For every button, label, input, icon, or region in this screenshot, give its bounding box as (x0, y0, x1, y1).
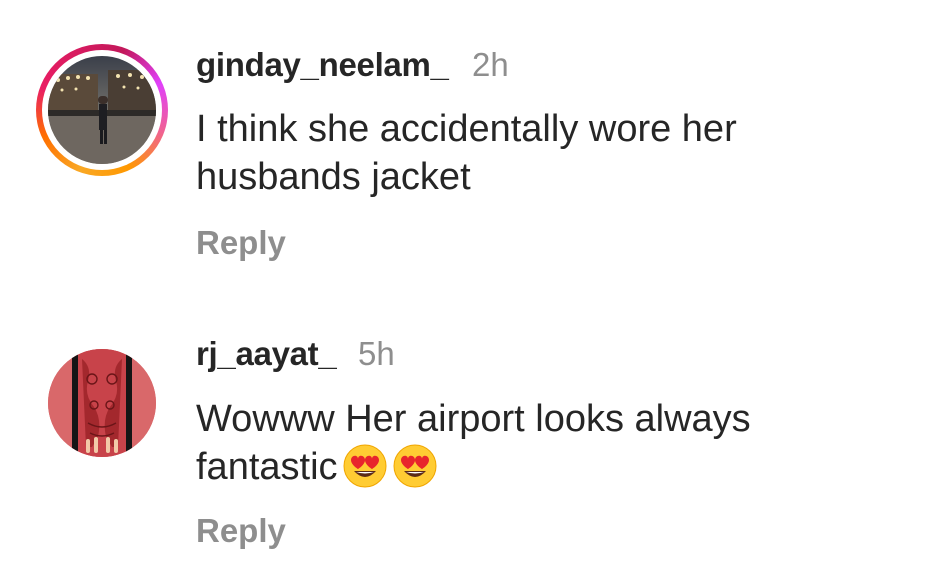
heart-eyes-emoji-icon (393, 444, 437, 488)
comment-text: Wowww Her airport looks always fantastic (196, 395, 896, 491)
profile-photo-city-night-icon (48, 56, 156, 164)
comment-text-fragment: fantastic (196, 446, 338, 488)
comment-text-line: husbands jacket (196, 156, 471, 198)
avatar[interactable] (48, 56, 156, 164)
reply-button[interactable]: Reply (196, 224, 286, 262)
comment-item: ginday_neelam_ 2h I think she accidental… (0, 0, 934, 290)
comment-text-line: I think she accidentally wore her (196, 108, 737, 150)
avatar[interactable] (48, 349, 156, 457)
comment-item: rj_aayat_ 5h Wowww Her airport looks alw… (0, 290, 934, 565)
comment-text-line: fantastic (196, 443, 896, 491)
comment-text: I think she accidentally wore her husban… (196, 105, 896, 201)
comment-timestamp: 5h (358, 335, 395, 372)
avatar-story-ring[interactable] (36, 44, 168, 176)
comment-timestamp: 2h (472, 46, 509, 83)
profile-photo-henna-hands-icon (48, 349, 156, 457)
reply-button[interactable]: Reply (196, 512, 286, 550)
comment-username[interactable]: ginday_neelam_ (196, 46, 449, 84)
comment-username[interactable]: rj_aayat_ (196, 335, 337, 373)
heart-eyes-emoji-icon (343, 444, 387, 488)
comment-text-line: Wowww Her airport looks always (196, 398, 751, 440)
comments-list: ginday_neelam_ 2h I think she accidental… (0, 0, 934, 565)
